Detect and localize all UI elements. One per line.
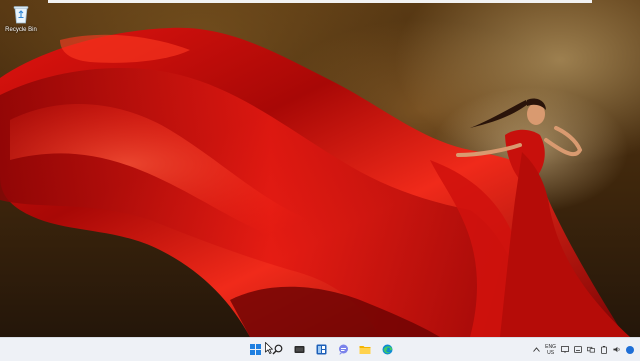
- desktop-wallpaper: Recycle Bin: [0, 0, 640, 337]
- taskbar-chat-button[interactable]: [334, 341, 352, 358]
- touch-keyboard-icon[interactable]: [574, 346, 582, 354]
- folder-icon: [359, 346, 371, 354]
- volume-icon[interactable]: [613, 346, 621, 354]
- recycle-bin-icon: [12, 4, 30, 24]
- desktop-icon-label: Recycle Bin: [5, 27, 37, 33]
- chevron-up-icon: [532, 347, 540, 352]
- desktop-icon-recycle-bin[interactable]: Recycle Bin: [2, 4, 40, 33]
- taskbar-file-explorer-button[interactable]: [356, 341, 374, 358]
- mouse-cursor-icon: [265, 342, 273, 354]
- language-code: ENG: [545, 343, 556, 350]
- edge-browser-icon: [382, 344, 392, 355]
- wallpaper-image: [0, 27, 630, 337]
- window-edge-strip: [48, 0, 592, 3]
- taskbar-start-button[interactable]: [246, 341, 264, 358]
- taskbar: ENG US: [0, 337, 640, 361]
- task-view-icon: [294, 346, 304, 353]
- widgets-icon: [316, 344, 326, 355]
- taskbar-edge-button[interactable]: [378, 341, 396, 358]
- show-hidden-icons-button[interactable]: [532, 346, 540, 354]
- windows-start-icon: [249, 344, 261, 355]
- battery-icon[interactable]: [600, 345, 608, 354]
- network-icon[interactable]: [587, 346, 595, 354]
- system-tray: ENG US: [532, 341, 634, 358]
- notification-center-button[interactable]: [626, 345, 634, 354]
- display-icon[interactable]: [561, 346, 569, 354]
- taskbar-task-view-button[interactable]: [290, 341, 308, 358]
- language-indicator[interactable]: ENG US: [545, 344, 556, 356]
- region-code: US: [547, 349, 555, 356]
- search-icon: [272, 344, 282, 355]
- chat-icon: [338, 344, 348, 355]
- taskbar-widgets-button[interactable]: [312, 341, 330, 358]
